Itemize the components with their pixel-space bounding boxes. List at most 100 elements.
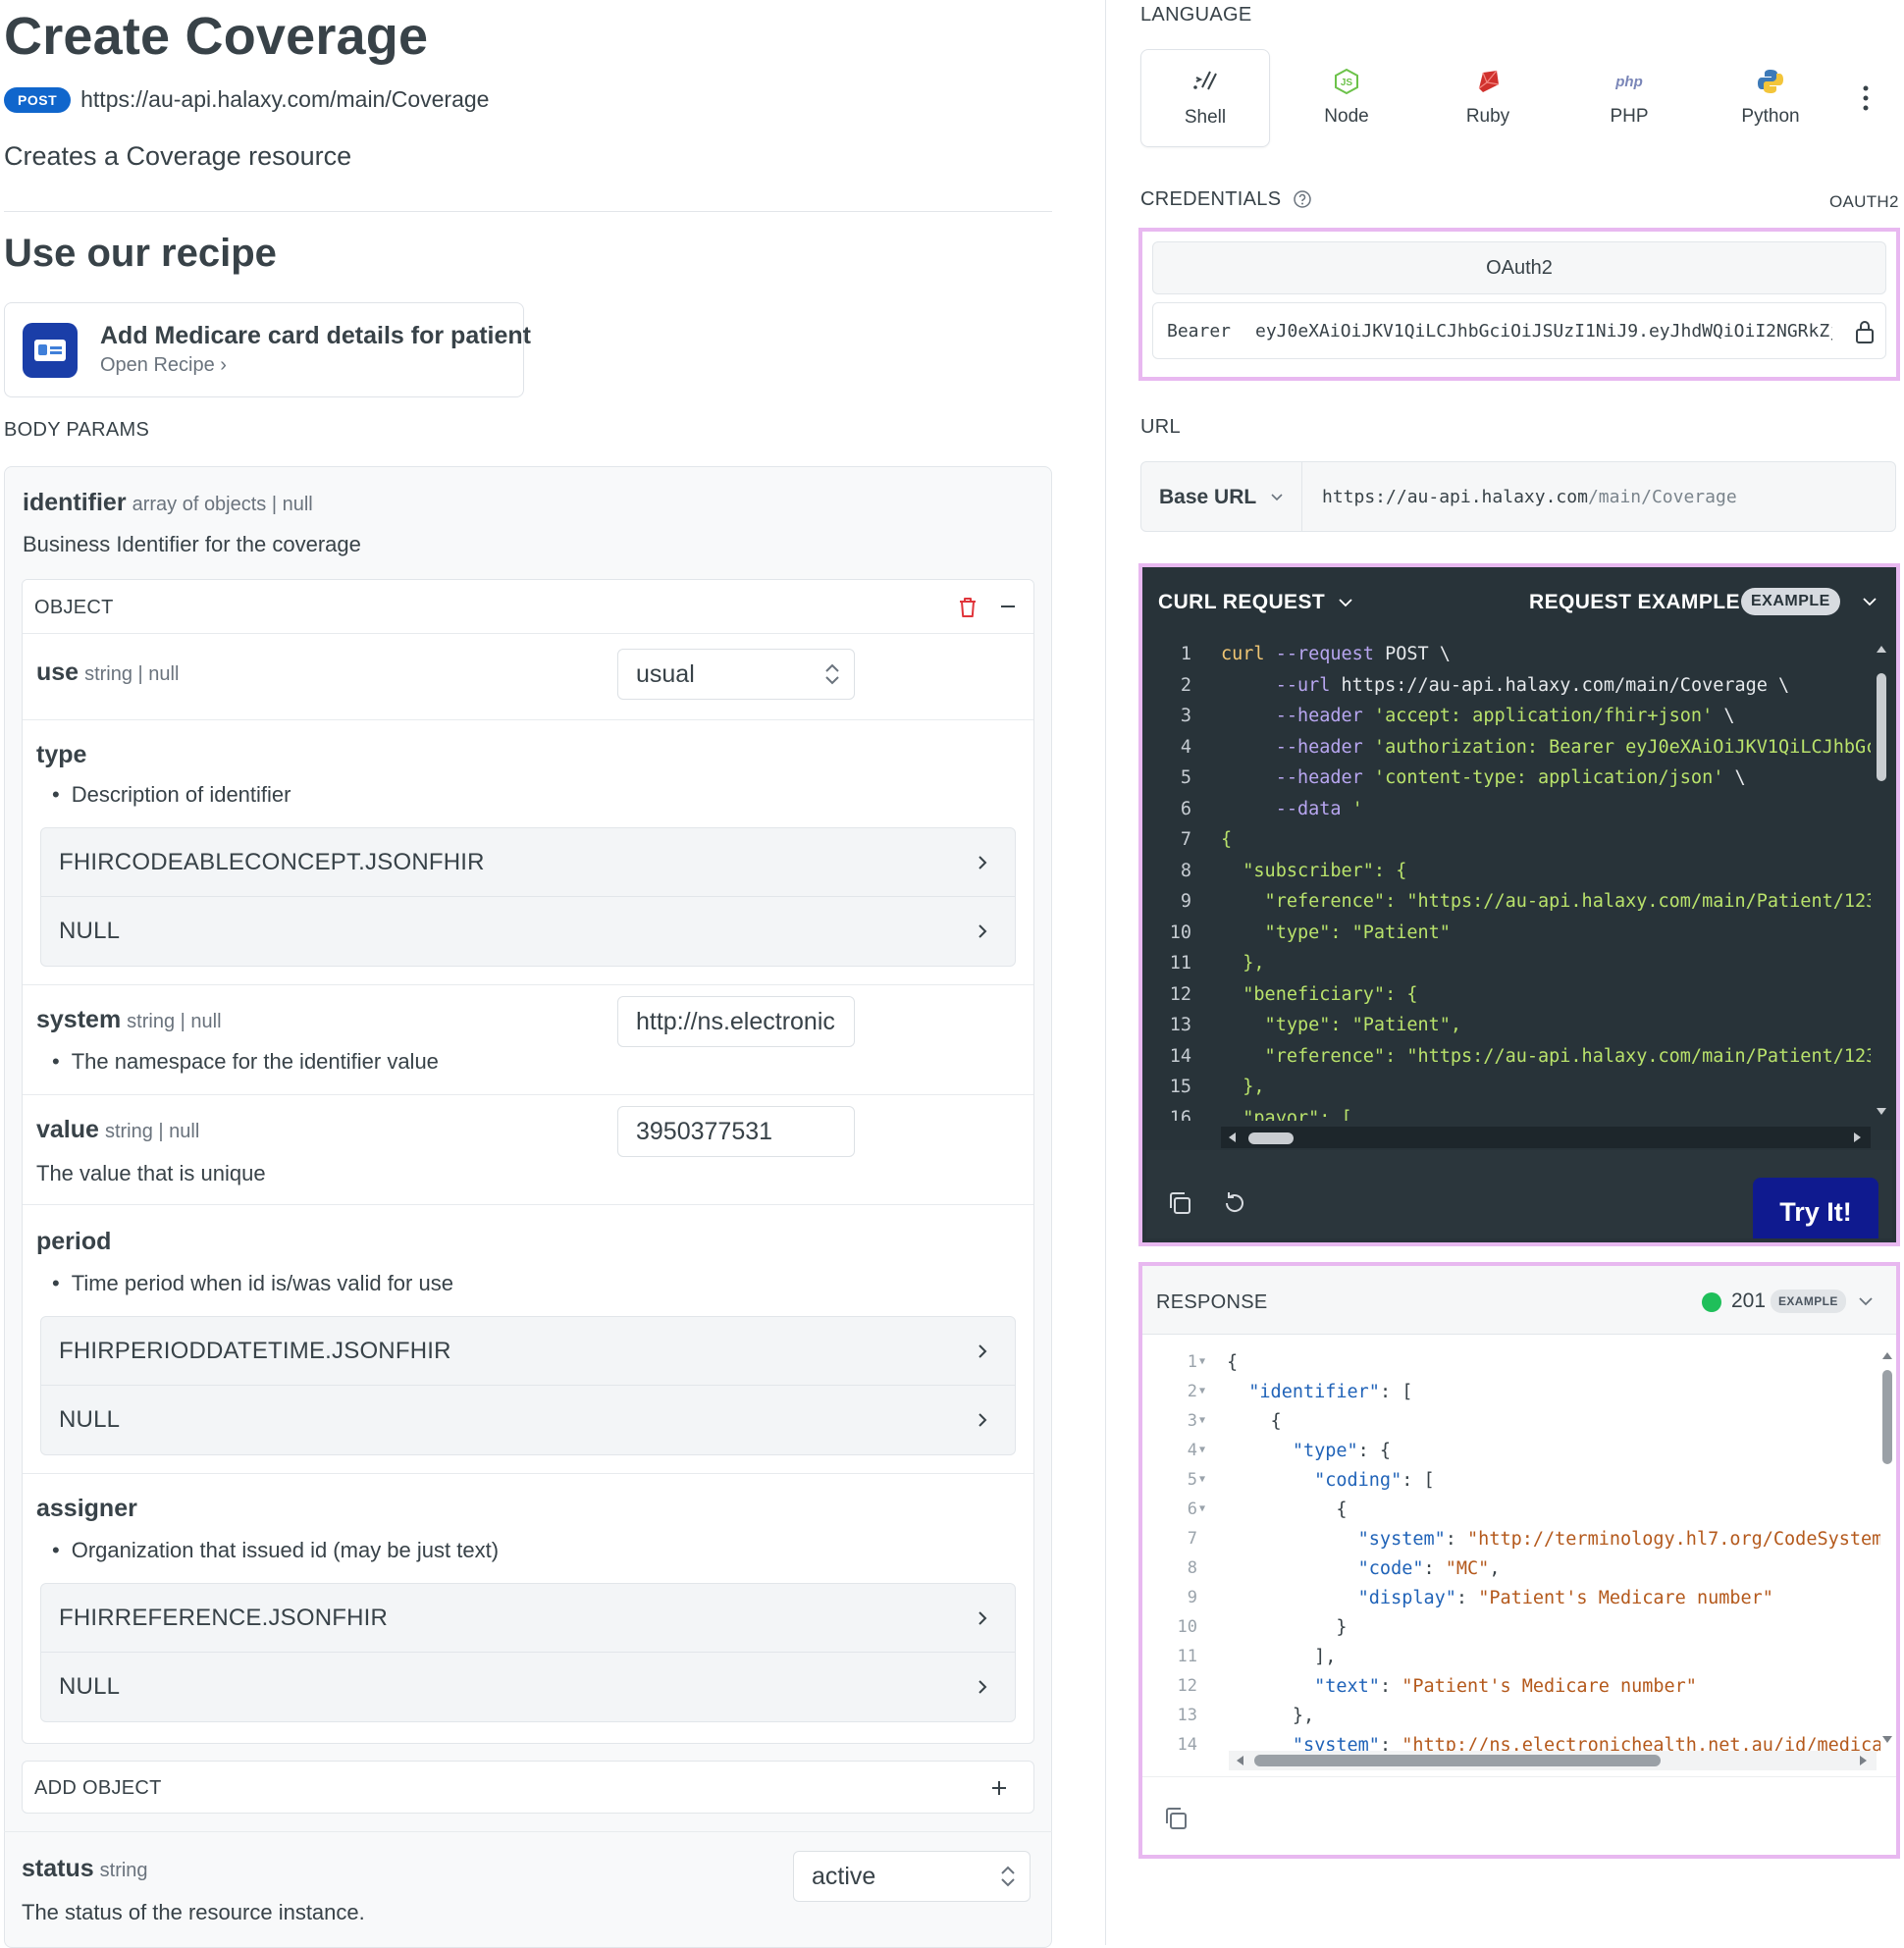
help-icon[interactable] bbox=[1293, 189, 1312, 209]
assigner-option-null[interactable]: NULL bbox=[41, 1653, 1015, 1721]
type-option-codeableconcept[interactable]: FHIRCODEABLECONCEPT.JSONFHIR bbox=[41, 828, 1015, 897]
option-label: NULL bbox=[59, 1406, 121, 1433]
tab-php[interactable]: php PHP bbox=[1564, 49, 1694, 147]
use-name: use bbox=[36, 658, 79, 686]
curl-request-dropdown[interactable]: CURL REQUEST bbox=[1158, 591, 1325, 614]
line-number: 2 bbox=[1187, 1382, 1197, 1401]
code-line: 11 }, bbox=[1146, 953, 1871, 983]
assigner-param-head: assigner bbox=[36, 1495, 137, 1523]
code-line: 13 "type": "Patient", bbox=[1146, 1015, 1871, 1045]
response-title: RESPONSE bbox=[1156, 1291, 1268, 1313]
copy-icon[interactable] bbox=[1166, 1189, 1193, 1217]
line-content: { bbox=[1227, 1352, 1239, 1373]
type-option-null[interactable]: NULL bbox=[41, 897, 1015, 966]
reset-icon[interactable] bbox=[1221, 1189, 1248, 1217]
value-input[interactable]: 3950377531 bbox=[617, 1106, 855, 1157]
recipe-title: Add Medicare card details for patient bbox=[100, 322, 531, 349]
more-options-icon[interactable] bbox=[1863, 84, 1869, 112]
request-footer: Try It! bbox=[1146, 1150, 1892, 1238]
line-content: }, bbox=[1227, 1706, 1315, 1726]
copy-icon[interactable] bbox=[1162, 1805, 1190, 1832]
page-title: Create Coverage bbox=[4, 7, 429, 66]
line-number: 1 bbox=[1180, 644, 1191, 664]
system-type: string | null bbox=[127, 1011, 222, 1032]
vertical-scrollbar[interactable] bbox=[1875, 640, 1888, 1123]
assigner-name: assigner bbox=[36, 1495, 137, 1522]
use-type: string | null bbox=[84, 663, 180, 685]
line-content: --header 'content-type: application/json… bbox=[1221, 767, 1746, 788]
example-badge: EXAMPLE bbox=[1741, 588, 1840, 615]
lock-icon bbox=[1856, 321, 1874, 343]
status-select[interactable]: active bbox=[793, 1851, 1031, 1902]
trash-icon[interactable] bbox=[957, 596, 978, 619]
line-number: 9 bbox=[1187, 1588, 1197, 1607]
open-recipe-link[interactable]: Open Recipe › bbox=[100, 354, 227, 377]
line-number: 15 bbox=[1169, 1077, 1191, 1097]
line-content: "payor": [ bbox=[1221, 1107, 1352, 1122]
vertical-scrollbar[interactable] bbox=[1880, 1348, 1894, 1768]
try-it-button[interactable]: Try It! bbox=[1753, 1178, 1878, 1238]
fold-toggle-icon[interactable]: ▼ bbox=[1199, 1386, 1205, 1396]
line-content: "type": "Patient", bbox=[1221, 1015, 1462, 1035]
use-select[interactable]: usual bbox=[617, 649, 855, 700]
chevron-down-icon[interactable] bbox=[1859, 1297, 1873, 1306]
recipe-card[interactable]: Add Medicare card details for patient Op… bbox=[4, 302, 531, 397]
recipe-section-title: Use our recipe bbox=[4, 232, 277, 275]
code-line: 15 }, bbox=[1146, 1077, 1871, 1107]
assigner-option-reference[interactable]: FHIRREFERENCE.JSONFHIR bbox=[41, 1584, 1015, 1653]
chevron-down-icon bbox=[1339, 599, 1352, 607]
request-example-dropdown[interactable]: REQUEST EXAMPLE bbox=[1529, 591, 1740, 614]
line-number: 10 bbox=[1169, 921, 1191, 943]
code-line: 6 --data ' bbox=[1146, 799, 1871, 829]
line-content: }, bbox=[1221, 953, 1265, 974]
chevron-right-icon bbox=[978, 1680, 987, 1694]
system-input[interactable]: http://ns.electronic bbox=[617, 996, 855, 1047]
response-panel: RESPONSE 201 EXAMPLE 1 ▼{2 ▼ "identifier":… bbox=[1138, 1262, 1900, 1859]
fold-toggle-icon[interactable]: ▼ bbox=[1199, 1503, 1205, 1514]
line-content: { bbox=[1221, 829, 1233, 850]
response-code-viewer[interactable]: 1 ▼{2 ▼ "identifier": [3 ▼ {4 ▼ "type": {5 ▼ … bbox=[1142, 1348, 1880, 1761]
use-param-head: use string | null bbox=[36, 658, 179, 687]
chevron-right-icon bbox=[978, 855, 987, 869]
period-option-datetime[interactable]: FHIRPERIODDATETIME.JSONFHIR bbox=[41, 1317, 1015, 1386]
fold-toggle-icon[interactable]: ▼ bbox=[1199, 1445, 1205, 1455]
tab-ruby[interactable]: Ruby bbox=[1423, 49, 1553, 147]
code-line: 8 "subscriber": { bbox=[1146, 861, 1871, 891]
line-content: --url https://au-api.halaxy.com/main/Cov… bbox=[1221, 674, 1790, 696]
fold-toggle-icon[interactable]: ▼ bbox=[1199, 1356, 1205, 1367]
row-separator bbox=[23, 719, 1033, 720]
period-description: Time period when id is/was valid for use bbox=[52, 1271, 453, 1296]
add-object-label: ADD OBJECT bbox=[34, 1777, 162, 1799]
request-panel: CURL REQUEST REQUEST EXAMPLE EXAMPLE 1 cu… bbox=[1138, 563, 1900, 1246]
period-option-null[interactable]: NULL bbox=[41, 1386, 1015, 1454]
value-type: string | null bbox=[104, 1121, 200, 1142]
fold-toggle-icon[interactable]: ▼ bbox=[1199, 1474, 1205, 1485]
base-url-dropdown[interactable]: Base URL bbox=[1141, 462, 1302, 531]
chevron-right-icon bbox=[978, 1413, 987, 1427]
oauth2-tab[interactable]: OAuth2 bbox=[1152, 241, 1886, 294]
bearer-token-input[interactable]: Bearer eyJ0eXAiOiJKV1QiLCJhbGciOiJSUzI1N… bbox=[1152, 302, 1886, 359]
code-line: 3 ▼ { bbox=[1142, 1411, 1880, 1441]
line-number: 10 bbox=[1177, 1617, 1197, 1637]
line-number: 1 bbox=[1187, 1352, 1197, 1372]
horizontal-scrollbar[interactable] bbox=[1221, 1127, 1871, 1148]
line-number: 8 bbox=[1187, 1558, 1197, 1578]
add-object-button[interactable]: ADD OBJECT bbox=[22, 1761, 1034, 1814]
collapse-icon[interactable] bbox=[996, 595, 1020, 618]
tab-shell[interactable]: Shell bbox=[1140, 49, 1270, 147]
credentials-title: CREDENTIALS bbox=[1140, 188, 1282, 210]
tab-node[interactable]: JS Node bbox=[1282, 49, 1411, 147]
identifier-object: OBJECT usestring | null usual type Descr… bbox=[22, 579, 1034, 1744]
tab-python[interactable]: Python bbox=[1706, 49, 1835, 147]
horizontal-scrollbar[interactable] bbox=[1229, 1751, 1877, 1770]
line-number: 5 bbox=[1187, 1470, 1197, 1490]
line-content: }, bbox=[1221, 1077, 1265, 1097]
base-url-label: Base URL bbox=[1159, 486, 1257, 508]
chevron-down-icon bbox=[1863, 598, 1877, 606]
plus-icon bbox=[992, 1781, 1006, 1795]
status-description: The status of the resource instance. bbox=[22, 1900, 365, 1924]
fold-toggle-icon[interactable]: ▼ bbox=[1199, 1415, 1205, 1426]
url-host: https://au-api.halaxy.com bbox=[1322, 487, 1588, 507]
request-code-editor[interactable]: 1 curl --request POST \ 2 --url https://au… bbox=[1146, 640, 1871, 1121]
value-param-head: value string | null bbox=[36, 1116, 199, 1144]
